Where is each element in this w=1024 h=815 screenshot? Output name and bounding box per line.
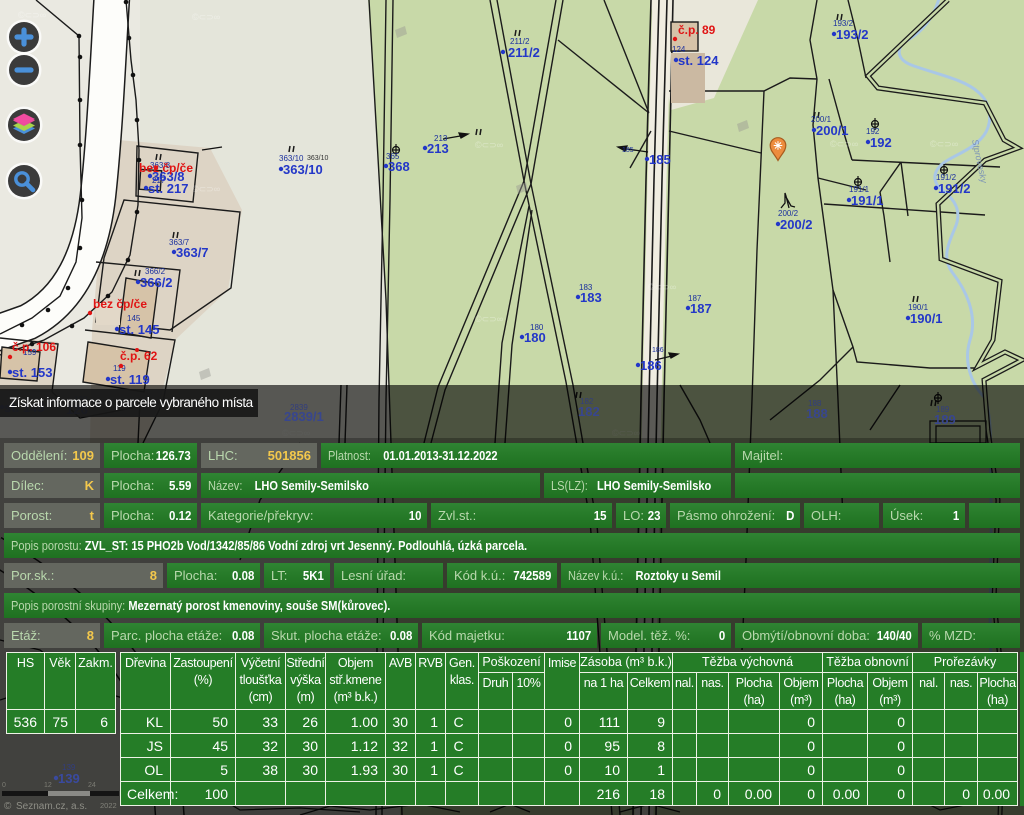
svg-text:©: ©: [4, 801, 12, 812]
svg-text:2022: 2022: [100, 801, 117, 810]
svg-text:12: 12: [44, 782, 52, 789]
svg-text:24: 24: [88, 782, 96, 789]
svg-text:188: 188: [806, 406, 828, 421]
svg-text:✳: ✳: [773, 141, 782, 153]
svg-text:139: 139: [58, 771, 80, 786]
svg-text:189: 189: [934, 412, 956, 427]
svg-text:Seznam.cz, a.s.: Seznam.cz, a.s.: [16, 801, 87, 812]
svg-text:182: 182: [578, 404, 600, 419]
svg-text:2839/1: 2839/1: [284, 409, 324, 424]
svg-text:0: 0: [2, 782, 6, 789]
